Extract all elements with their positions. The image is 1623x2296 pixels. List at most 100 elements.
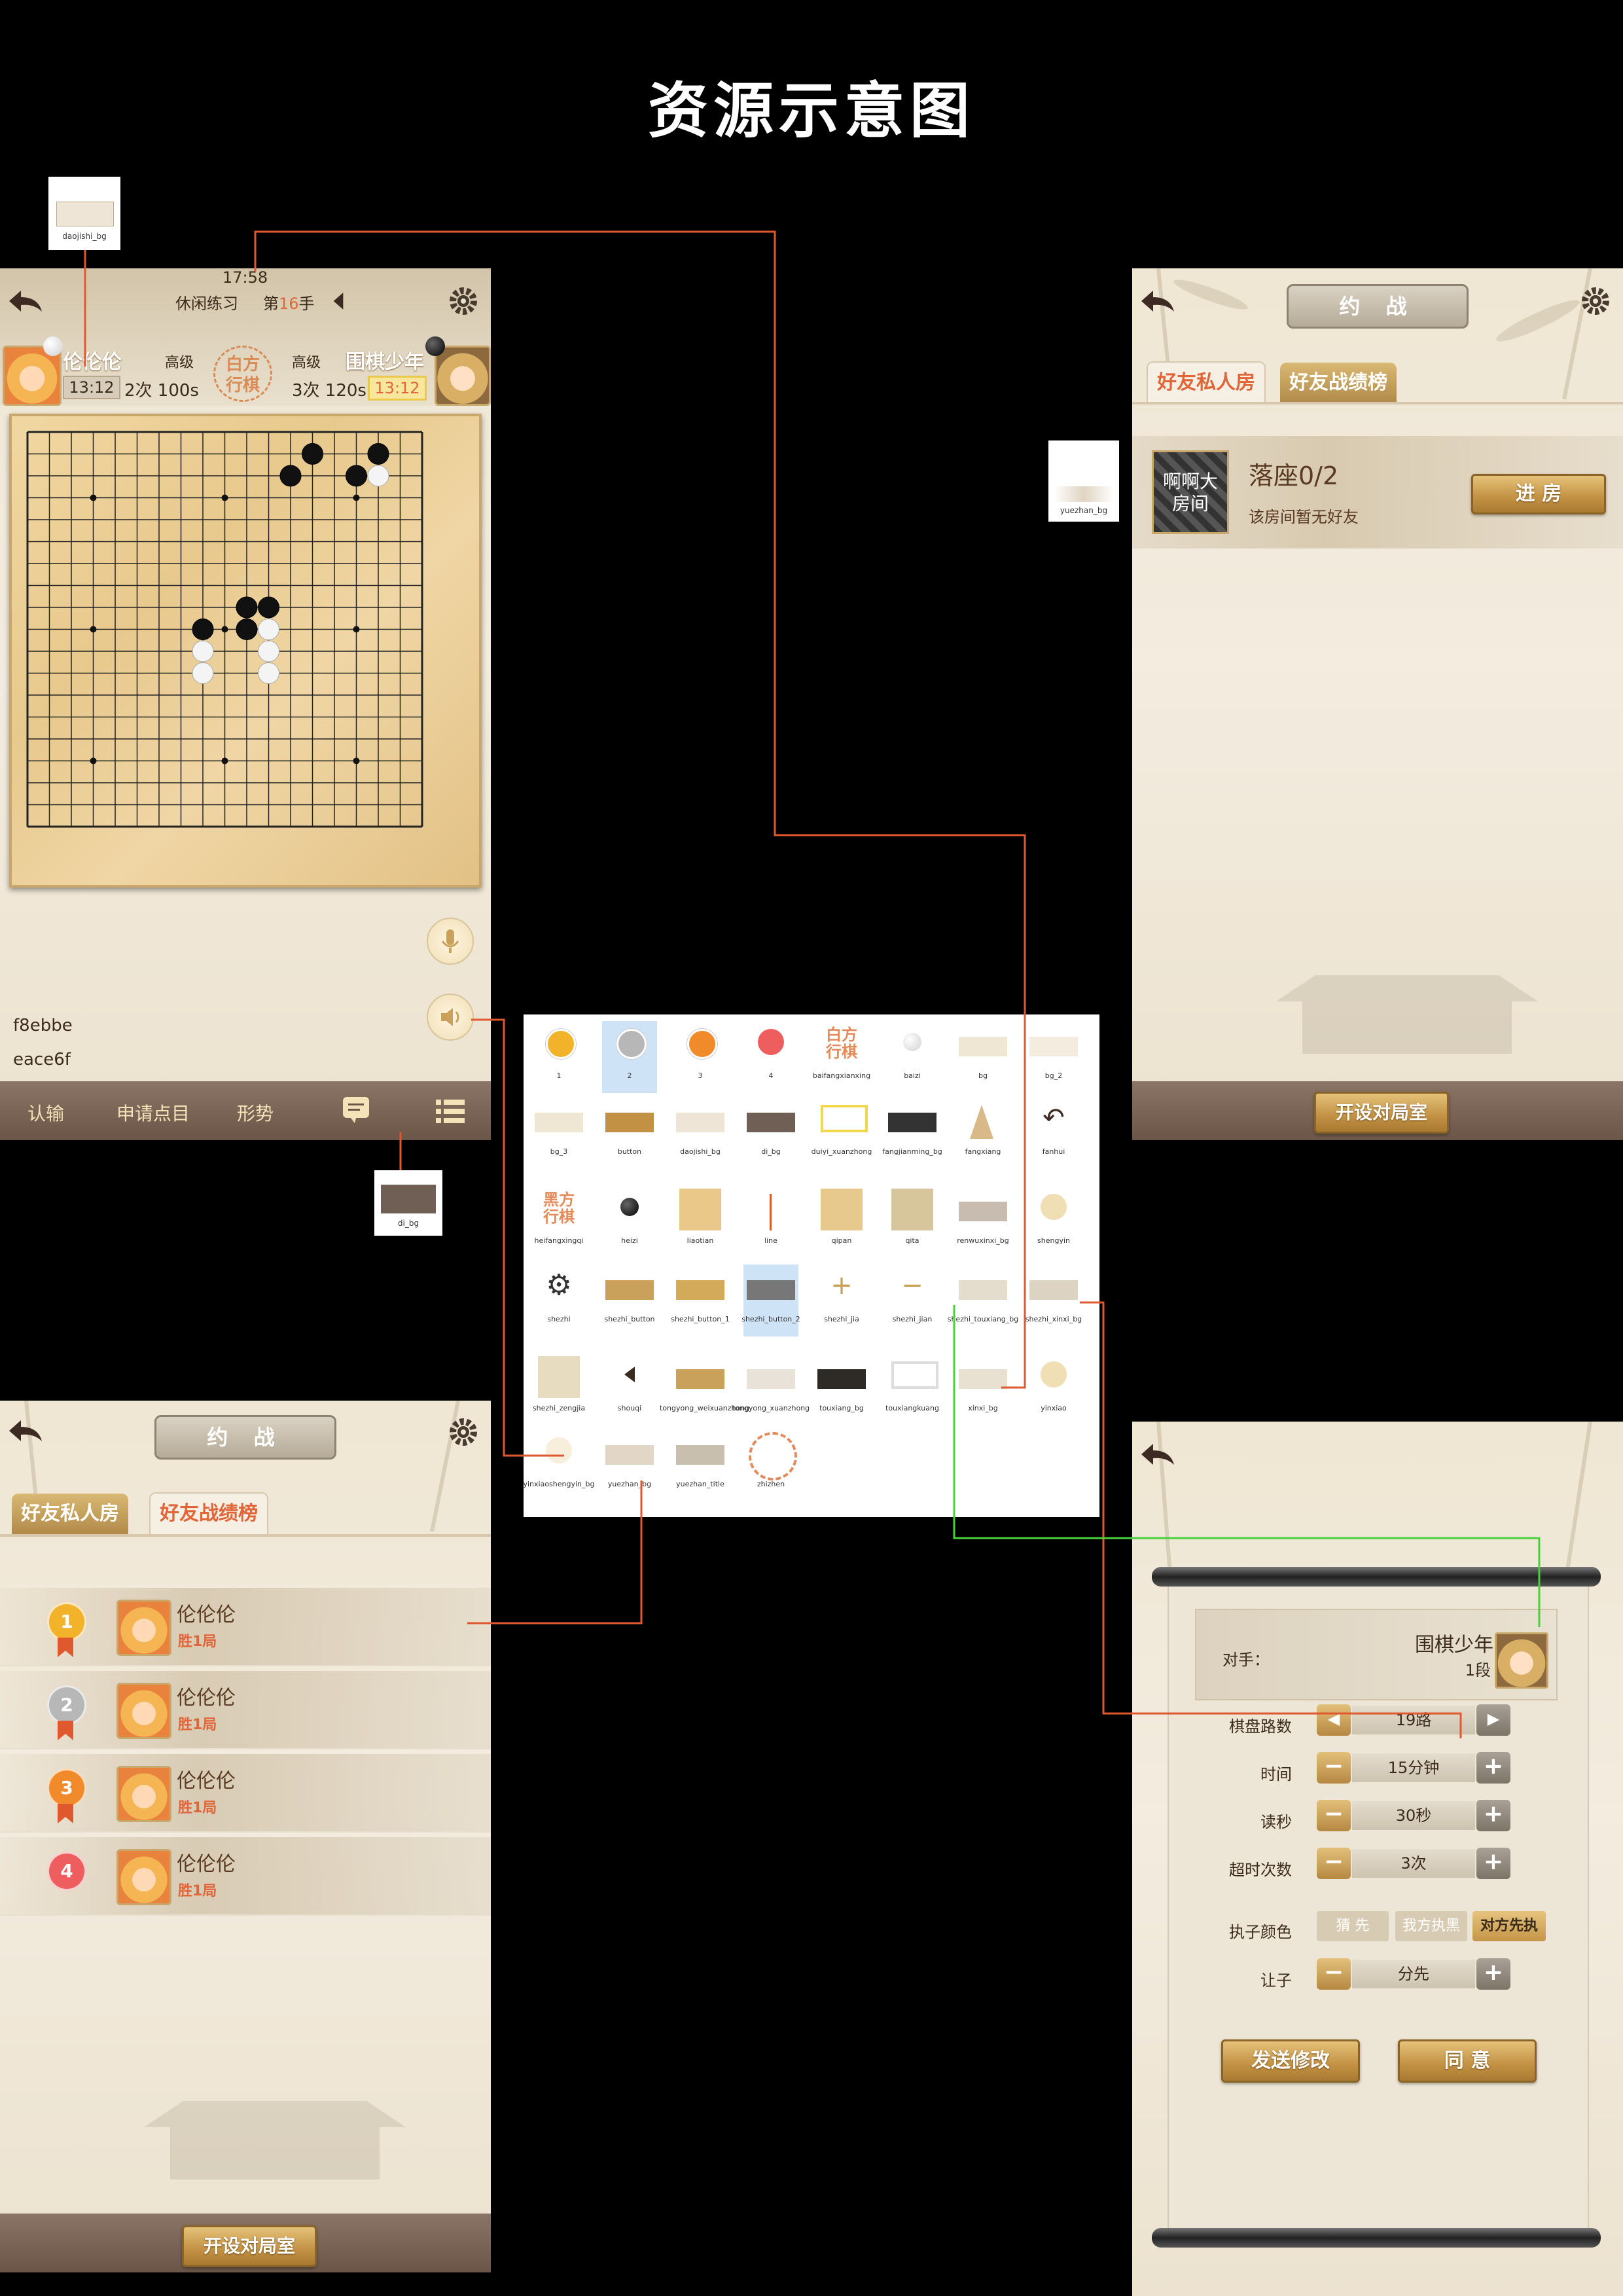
situation-button[interactable]: 形势 bbox=[237, 1100, 274, 1126]
asset-yuezhan-bg[interactable]: yuezhan_bg bbox=[602, 1429, 657, 1501]
enter-room-button[interactable]: 进 房 bbox=[1471, 474, 1606, 514]
asset-shezhi-button-2[interactable]: shezhi_button_2 bbox=[741, 1265, 800, 1336]
asset-shezhi-zengjia[interactable]: shezhi_zengjia bbox=[531, 1354, 586, 1426]
asset-1[interactable]: 1 bbox=[531, 1021, 586, 1093]
back-arrow-icon[interactable] bbox=[7, 287, 46, 317]
decrease-button[interactable]: − bbox=[1317, 1752, 1351, 1784]
room-card[interactable]: 啊啊大 房间 落座0/2 该房间暂无好友 进 房 bbox=[1132, 436, 1623, 548]
asset-duiyi-xuanzhong[interactable]: duiyi_xuanzhong bbox=[812, 1097, 872, 1169]
asset-yinxiao[interactable]: yinxiao bbox=[1026, 1354, 1081, 1426]
decrease-button[interactable]: ◀ bbox=[1317, 1704, 1351, 1736]
increase-button[interactable]: + bbox=[1476, 1752, 1510, 1784]
rank-row[interactable]: 1 伦伦伦 胜1局 bbox=[0, 1588, 491, 1666]
game-screen: 17:58 休闲练习 第16手 伦伦伦 高级 13:12 2次 100s 白方 … bbox=[0, 268, 491, 1140]
handicap-decrease-button[interactable]: − bbox=[1317, 1958, 1351, 1990]
agree-button[interactable]: 同 意 bbox=[1398, 2039, 1537, 2083]
asset-shezhi-jian[interactable]: − shezhi_jian bbox=[885, 1265, 940, 1336]
asset-shouqi[interactable]: shouqi bbox=[602, 1354, 657, 1426]
asset-liaotian[interactable]: liaotian bbox=[673, 1186, 728, 1258]
asset-yuezhan-title[interactable]: yuezhan_title bbox=[673, 1429, 728, 1501]
asset-qipan[interactable]: qipan bbox=[814, 1186, 869, 1258]
asset-2[interactable]: 2 bbox=[602, 1021, 657, 1093]
asset-shezhi[interactable]: ⚙ shezhi bbox=[531, 1265, 586, 1336]
asset-shengyin[interactable]: shengyin bbox=[1026, 1186, 1081, 1258]
asset-touxiangkuang[interactable]: touxiangkuang bbox=[885, 1354, 940, 1426]
asset-fangxiang[interactable]: fangxiang bbox=[955, 1097, 1010, 1169]
asset-shezhi-xinxi-bg[interactable]: shezhi_xinxi_bg bbox=[1026, 1265, 1082, 1336]
color-option-opponent[interactable]: 对方先执 bbox=[1472, 1911, 1546, 1941]
menu-list-icon[interactable] bbox=[435, 1097, 466, 1126]
asset-thumbnail-icon bbox=[959, 1280, 1007, 1300]
request-count-button[interactable]: 申请点目 bbox=[116, 1100, 190, 1126]
back-arrow-icon[interactable] bbox=[7, 1416, 46, 1446]
collapse-icon[interactable] bbox=[331, 291, 346, 312]
asset-touxiang-bg[interactable]: touxiang_bg bbox=[814, 1354, 869, 1426]
rank-row[interactable]: 4 伦伦伦 胜1局 bbox=[0, 1837, 491, 1916]
rank-row[interactable]: 2 伦伦伦 胜1局 bbox=[0, 1671, 491, 1749]
tab-private-room[interactable]: 好友私人房 bbox=[1147, 361, 1266, 403]
asset-tongyong-weixuanzhong[interactable]: tongyong_weixuanzhong bbox=[660, 1354, 749, 1426]
asset-heifangxingqi[interactable]: 黑方 行棋 heifangxingqi bbox=[531, 1186, 586, 1258]
asset-renwuxinxi-bg[interactable]: renwuxinxi_bg bbox=[955, 1186, 1010, 1258]
asset-thumbnail-icon bbox=[891, 1361, 938, 1389]
asset-button[interactable]: button bbox=[602, 1097, 657, 1169]
color-option-black[interactable]: 我方执黑 bbox=[1395, 1911, 1467, 1941]
asset-yinxiaoshengyin-bg[interactable]: yinxiaoshengyin_bg bbox=[523, 1429, 595, 1501]
gear-icon[interactable] bbox=[446, 284, 480, 318]
pavilion-watermark bbox=[144, 2101, 406, 2179]
asset-xinxi-bg[interactable]: xinxi_bg bbox=[955, 1354, 1010, 1426]
rank-medal-icon: 1 bbox=[47, 1602, 86, 1641]
asset-4[interactable]: 4 bbox=[743, 1021, 798, 1093]
asset-shezhi-button[interactable]: shezhi_button bbox=[602, 1265, 657, 1336]
asset-bg-2[interactable]: bg_2 bbox=[1026, 1021, 1081, 1093]
asset-bg[interactable]: bg bbox=[955, 1021, 1010, 1093]
move-counter: 第16手 bbox=[263, 291, 315, 314]
asset-baizi[interactable]: baizi bbox=[885, 1021, 940, 1093]
asset-shezhi-jia[interactable]: + shezhi_jia bbox=[814, 1265, 869, 1336]
asset-3[interactable]: 3 bbox=[673, 1021, 728, 1093]
asset-thumbnail-icon bbox=[770, 1194, 772, 1230]
asset-filename: shezhi_button_2 bbox=[741, 1315, 800, 1323]
tab-friend-ranking[interactable]: 好友战绩榜 bbox=[149, 1492, 268, 1534]
increase-button[interactable]: ▶ bbox=[1476, 1704, 1510, 1736]
asset-daojishi-bg[interactable]: daojishi_bg bbox=[673, 1097, 728, 1169]
asset-fangjianming-bg[interactable]: fangjianming_bg bbox=[882, 1097, 942, 1169]
sound-button-circle[interactable] bbox=[427, 994, 474, 1041]
resign-button[interactable]: 认输 bbox=[27, 1100, 64, 1126]
gear-icon[interactable] bbox=[1578, 284, 1613, 318]
back-arrow-icon[interactable] bbox=[1139, 1440, 1178, 1470]
go-board[interactable] bbox=[9, 414, 482, 888]
room-bottom-bar: 开设对局室 bbox=[1132, 1081, 1623, 1140]
rank-row[interactable]: 3 伦伦伦 胜1局 bbox=[0, 1754, 491, 1833]
voice-button[interactable] bbox=[427, 918, 474, 965]
asset-shezhi-touxiang-bg[interactable]: shezhi_touxiang_bg bbox=[948, 1265, 1018, 1336]
increase-button[interactable]: + bbox=[1476, 1848, 1510, 1879]
asset-tongyong-xuanzhong[interactable]: tongyong_xuanzhong bbox=[732, 1354, 810, 1426]
star-point bbox=[353, 494, 360, 501]
back-arrow-icon[interactable] bbox=[1139, 287, 1178, 317]
decrease-button[interactable]: − bbox=[1317, 1848, 1351, 1879]
increase-button[interactable]: + bbox=[1476, 1800, 1510, 1831]
asset-shezhi-button-1[interactable]: shezhi_button_1 bbox=[671, 1265, 730, 1336]
tab-friend-ranking[interactable]: 好友战绩榜 bbox=[1280, 363, 1397, 403]
open-room-button[interactable]: 开设对局室 bbox=[1314, 1092, 1449, 1134]
asset-fanhui[interactable]: ↶ fanhui bbox=[1026, 1097, 1081, 1169]
board-grid[interactable] bbox=[12, 416, 479, 885]
tab-private-room[interactable]: 好友私人房 bbox=[12, 1494, 128, 1534]
asset-heizi[interactable]: heizi bbox=[602, 1186, 657, 1258]
asset-baifangxianxing[interactable]: 白方 行棋 baifangxianxing bbox=[813, 1021, 870, 1093]
send-changes-button[interactable]: 发送修改 bbox=[1221, 2039, 1360, 2083]
asset-line[interactable]: line bbox=[743, 1186, 798, 1258]
decrease-button[interactable]: − bbox=[1317, 1800, 1351, 1831]
asset-bg-3[interactable]: bg_3 bbox=[531, 1097, 586, 1169]
open-room-button[interactable]: 开设对局室 bbox=[182, 2225, 317, 2267]
chat-icon[interactable] bbox=[342, 1096, 370, 1124]
asset-zhizhen[interactable]: zhizhen bbox=[743, 1429, 798, 1501]
color-option-guess[interactable]: 猜 先 bbox=[1317, 1911, 1389, 1941]
gear-icon[interactable] bbox=[446, 1415, 480, 1449]
setting-value: 19路 bbox=[1352, 1706, 1475, 1734]
handicap-increase-button[interactable]: + bbox=[1476, 1958, 1510, 1990]
asset-qita[interactable]: qita bbox=[885, 1186, 940, 1258]
asset-di-bg[interactable]: di_bg bbox=[743, 1097, 798, 1169]
player-right-avatar[interactable] bbox=[435, 346, 491, 406]
